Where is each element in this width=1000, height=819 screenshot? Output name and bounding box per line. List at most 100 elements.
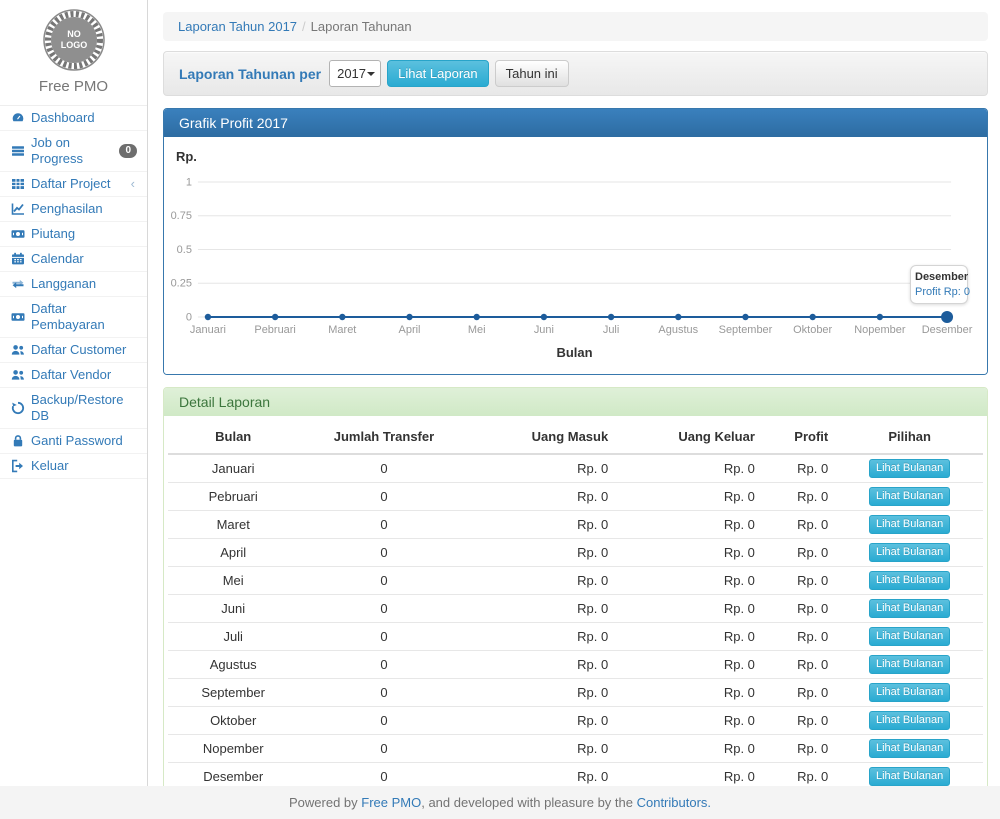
footer-text: Powered by	[289, 795, 361, 810]
view-monthly-button[interactable]: Lihat Bulanan	[869, 655, 950, 674]
chart-point-april[interactable]	[406, 314, 412, 320]
cell-transfer: 0	[298, 454, 469, 483]
chevron-down-icon	[367, 72, 375, 76]
cell-keluar: Rp. 0	[616, 735, 763, 763]
sidebar-item-calendar[interactable]: Calendar	[0, 247, 147, 272]
chart-point-september[interactable]	[742, 314, 748, 320]
sidebar-item-label: Backup/Restore DB	[31, 392, 137, 424]
breadcrumb-link[interactable]: Laporan Tahun 2017	[178, 19, 297, 34]
brand-name: Free PMO	[0, 78, 147, 95]
view-monthly-button[interactable]: Lihat Bulanan	[869, 627, 950, 646]
view-monthly-button[interactable]: Lihat Bulanan	[869, 767, 950, 786]
cell-profit: Rp. 0	[763, 539, 836, 567]
x-tick-label: April	[399, 324, 421, 336]
free-pmo-link[interactable]: Free PMO	[361, 795, 421, 810]
year-select[interactable]: 2017	[329, 60, 381, 87]
cell-masuk: Rp. 0	[470, 595, 617, 623]
line-chart-icon	[10, 202, 25, 216]
no-logo-seal-icon: NO LOGO	[42, 8, 106, 72]
sidebar-item-daftar-pembayaran[interactable]: Daftar Pembayaran	[0, 297, 147, 338]
chart-point-pebruari[interactable]	[272, 314, 278, 320]
cell-month: Agustus	[168, 651, 298, 679]
view-monthly-button[interactable]: Lihat Bulanan	[869, 515, 950, 534]
filter-label: Laporan Tahunan per	[179, 66, 321, 82]
chart-point-juli[interactable]	[608, 314, 614, 320]
cell-masuk: Rp. 0	[470, 483, 617, 511]
sidebar-item-daftar-customer[interactable]: Daftar Customer	[0, 338, 147, 363]
view-monthly-button[interactable]: Lihat Bulanan	[869, 739, 950, 758]
cell-action: Lihat Bulanan	[836, 483, 983, 511]
table-body: Januari0Rp. 0Rp. 0Rp. 0Lihat BulananPebr…	[168, 454, 983, 786]
view-monthly-button[interactable]: Lihat Bulanan	[869, 683, 950, 702]
view-monthly-button[interactable]: Lihat Bulanan	[869, 599, 950, 618]
sidebar-item-piutang[interactable]: Piutang	[0, 222, 147, 247]
view-monthly-button[interactable]: Lihat Bulanan	[869, 711, 950, 730]
chart-panel-title: Grafik Profit 2017	[164, 109, 987, 137]
sidebar-menu: Dashboard Job on Progress0Daftar Project‹…	[0, 106, 147, 479]
table-row: September0Rp. 0Rp. 0Rp. 0Lihat Bulanan	[168, 679, 983, 707]
x-tick-label: Desember	[922, 324, 973, 336]
sidebar-item-label: Langganan	[31, 276, 137, 292]
year-select-value: 2017	[337, 66, 366, 81]
table-row: Mei0Rp. 0Rp. 0Rp. 0Lihat Bulanan	[168, 567, 983, 595]
sidebar-item-langganan[interactable]: Langganan	[0, 272, 147, 297]
cell-keluar: Rp. 0	[616, 567, 763, 595]
sidebar-item-label: Dashboard	[31, 110, 137, 126]
view-monthly-button[interactable]: Lihat Bulanan	[869, 487, 950, 506]
cell-profit: Rp. 0	[763, 707, 836, 735]
cell-action: Lihat Bulanan	[836, 735, 983, 763]
contributors-link[interactable]: Contributors.	[637, 795, 711, 810]
sidebar-item-label: Job on Progress	[31, 135, 113, 167]
x-tick-label: Agustus	[658, 324, 698, 336]
chart-point-oktober[interactable]	[809, 314, 815, 320]
cell-masuk: Rp. 0	[470, 763, 617, 787]
view-monthly-button[interactable]: Lihat Bulanan	[869, 543, 950, 562]
view-report-button[interactable]: Lihat Laporan	[387, 60, 489, 87]
cell-action: Lihat Bulanan	[836, 595, 983, 623]
chart-point-mei[interactable]	[474, 314, 480, 320]
chart-point-januari[interactable]	[205, 314, 211, 320]
view-monthly-button[interactable]: Lihat Bulanan	[869, 459, 950, 478]
cell-keluar: Rp. 0	[616, 595, 763, 623]
x-tick-label: Juli	[603, 324, 619, 336]
table-row: Juli0Rp. 0Rp. 0Rp. 0Lihat Bulanan	[168, 623, 983, 651]
sidebar-item-job-on-progress[interactable]: Job on Progress0	[0, 131, 147, 172]
cell-transfer: 0	[298, 483, 469, 511]
cell-profit: Rp. 0	[763, 623, 836, 651]
sidebar-item-dashboard[interactable]: Dashboard	[0, 106, 147, 131]
column-header-uang-masuk: Uang Masuk	[470, 422, 617, 454]
table-row: Maret0Rp. 0Rp. 0Rp. 0Lihat Bulanan	[168, 511, 983, 539]
cell-keluar: Rp. 0	[616, 483, 763, 511]
dashboard-icon	[10, 111, 25, 125]
cell-masuk: Rp. 0	[470, 454, 617, 483]
x-tick-label: September	[719, 324, 773, 336]
this-year-button[interactable]: Tahun ini	[495, 60, 569, 87]
sidebar-item-label: Keluar	[31, 458, 137, 474]
sidebar-item-daftar-vendor[interactable]: Daftar Vendor	[0, 363, 147, 388]
report-detail-panel: Detail Laporan BulanJumlah TransferUang …	[163, 387, 988, 786]
sidebar-item-penghasilan[interactable]: Penghasilan	[0, 197, 147, 222]
chart-canvas: Rp.10.750.50.250JanuariPebruariMaretApri…	[164, 137, 987, 374]
sidebar-item-daftar-project[interactable]: Daftar Project‹	[0, 172, 147, 197]
chart-point-desember[interactable]	[941, 311, 953, 323]
money-icon	[10, 227, 25, 241]
users-icon	[10, 368, 25, 382]
cell-profit: Rp. 0	[763, 454, 836, 483]
cell-month: Nopember	[168, 735, 298, 763]
x-tick-label: Januari	[190, 324, 226, 336]
sidebar-item-label: Calendar	[31, 251, 137, 267]
view-monthly-button[interactable]: Lihat Bulanan	[869, 571, 950, 590]
chart-point-maret[interactable]	[339, 314, 345, 320]
chart-point-juni[interactable]	[541, 314, 547, 320]
tooltip-title: Desember	[915, 271, 963, 283]
sidebar-item-ganti-password[interactable]: Ganti Password	[0, 429, 147, 454]
profit-line-chart: Rp.10.750.50.250JanuariPebruariMaretApri…	[164, 137, 987, 374]
chart-point-nopember[interactable]	[877, 314, 883, 320]
table-row: Nopember0Rp. 0Rp. 0Rp. 0Lihat Bulanan	[168, 735, 983, 763]
sidebar-item-keluar[interactable]: Keluar	[0, 454, 147, 479]
cell-month: Desember	[168, 763, 298, 787]
footer-text-middle: , and developed with pleasure by the	[421, 795, 636, 810]
cell-masuk: Rp. 0	[470, 567, 617, 595]
chart-point-agustus[interactable]	[675, 314, 681, 320]
sidebar-item-backup-restore-db[interactable]: Backup/Restore DB	[0, 388, 147, 429]
